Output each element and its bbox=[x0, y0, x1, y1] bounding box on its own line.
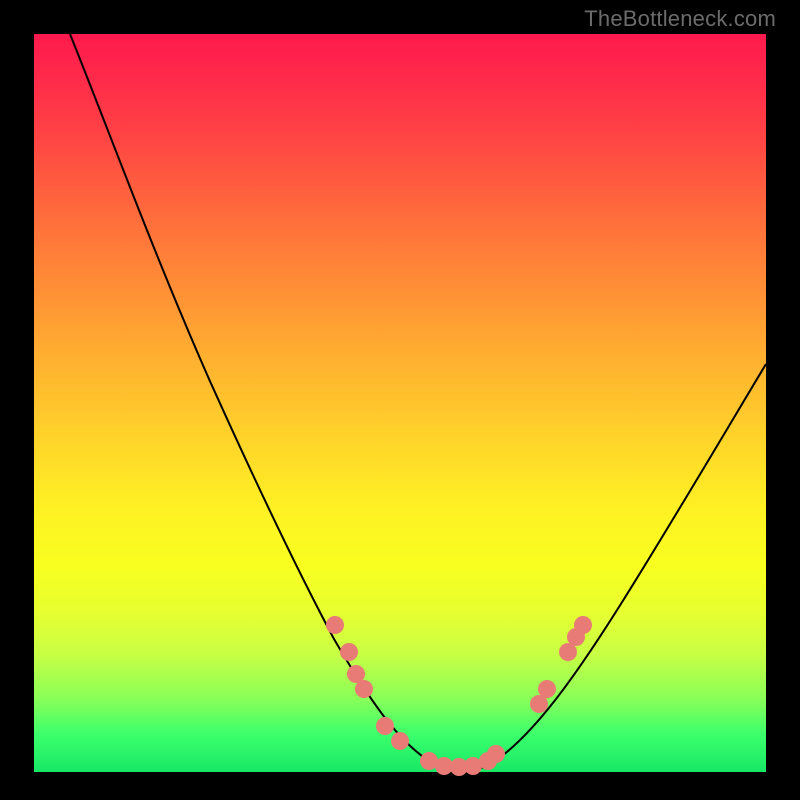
highlight-dots bbox=[326, 616, 592, 776]
watermark-text: TheBottleneck.com bbox=[584, 6, 776, 32]
curve-svg bbox=[34, 34, 766, 772]
bottleneck-curve bbox=[70, 34, 766, 771]
plot-area bbox=[34, 34, 766, 772]
chart-frame: TheBottleneck.com bbox=[0, 0, 800, 800]
